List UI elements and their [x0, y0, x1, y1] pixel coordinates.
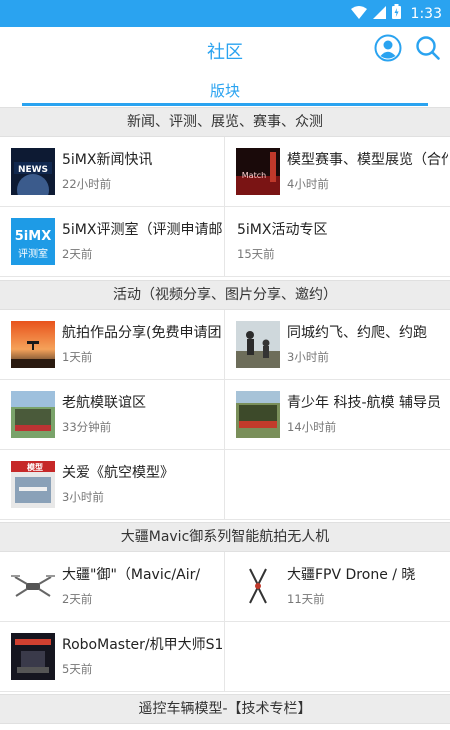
profile-button[interactable]	[372, 34, 404, 66]
forum-time: 3小时前	[287, 350, 329, 364]
forum-thumbnail	[236, 391, 280, 438]
forum-title: 航拍作品分享(免费申请团	[62, 325, 222, 341]
status-icons: 1:33	[350, 0, 442, 27]
forum-item-dji-mavic[interactable]: 大疆"御"（Mavic/Air/ 2天前	[0, 552, 225, 622]
forum-item-aviation-model[interactable]: 模型 关爱《航空模型》 3小时前	[0, 450, 225, 520]
forum-time: 15天前	[237, 247, 275, 261]
forum-item-local-meetup[interactable]: 同城约飞、约爬、约跑 3小时前	[225, 310, 450, 380]
tab-indicator	[22, 103, 428, 106]
forum-thumbnail	[11, 633, 55, 680]
forum-item-youth[interactable]: 青少年 科技-航模 辅导员 14小时前	[225, 380, 450, 450]
forum-item-match[interactable]: Match 模型赛事、模型展览（合作 4小时前	[225, 137, 450, 207]
forum-time: 22小时前	[62, 177, 112, 191]
battery-icon	[391, 4, 401, 23]
signal-icon	[372, 4, 386, 23]
forum-item-robomaster[interactable]: RoboMaster/机甲大师S1/ 5天前	[0, 622, 225, 692]
forum-item-veterans[interactable]: 老航模联谊区 33分钟前	[0, 380, 225, 450]
forum-thumbnail	[11, 563, 55, 610]
user-icon	[374, 34, 402, 66]
forum-title: 青少年 科技-航模 辅导员	[287, 395, 441, 411]
forum-title: 老航模联谊区	[62, 395, 146, 411]
forum-time: 1天前	[62, 350, 93, 364]
section-header-rc-car: 遥控车辆模型-【技术专栏】	[0, 694, 450, 724]
forum-time: 33分钟前	[62, 420, 112, 434]
forum-thumbnail: NEWS	[11, 148, 55, 195]
empty-cell	[225, 450, 450, 520]
forum-time: 2天前	[62, 247, 93, 261]
wifi-icon	[350, 4, 367, 23]
forum-title: 模型赛事、模型展览（合作	[287, 152, 448, 168]
forum-title: 5iMX活动专区	[237, 222, 328, 238]
forum-item-news[interactable]: NEWS 5iMX新闻快讯 22小时前	[0, 137, 225, 207]
forum-thumbnail: 模型	[11, 461, 55, 508]
forum-item-aerial-photo[interactable]: 航拍作品分享(免费申请团 1天前	[0, 310, 225, 380]
forum-thumbnail	[236, 321, 280, 368]
forum-time: 3小时前	[62, 490, 104, 504]
status-bar: 1:33	[0, 0, 450, 27]
app-header: 社区	[0, 27, 450, 75]
forum-thumbnail	[11, 391, 55, 438]
forum-time: 2天前	[62, 592, 93, 606]
tab-forums[interactable]: 版块	[0, 80, 450, 101]
forum-item-review[interactable]: 5iMX 评测室 5iMX评测室（评测申请邮 2天前	[0, 207, 225, 277]
forum-title: 同城约飞、约爬、约跑	[287, 325, 427, 341]
search-icon	[415, 35, 441, 65]
status-time: 1:33	[410, 5, 442, 22]
forum-thumbnail: 5iMX 评测室	[11, 218, 55, 265]
empty-cell	[225, 622, 450, 692]
thumbnail-label: 模型	[27, 462, 43, 472]
forum-title: 大疆"御"（Mavic/Air/	[62, 567, 201, 583]
forum-thumbnail	[236, 563, 280, 610]
tab-bar: 版块	[0, 75, 450, 107]
forum-title: 5iMX评测室（评测申请邮	[62, 222, 222, 238]
forum-time: 4小时前	[287, 177, 329, 191]
forum-time: 5天前	[62, 662, 93, 676]
thumbnail-sublabel: 评测室	[18, 247, 48, 260]
thumbnail-label: 5iMX	[15, 229, 51, 244]
forum-title: 5iMX新闻快讯	[62, 152, 153, 168]
thumbnail-label: Match	[242, 171, 266, 180]
section-header-dji: 大疆Mavic御系列智能航拍无人机	[0, 522, 450, 552]
forum-time: 14小时前	[287, 420, 337, 434]
forum-title: 大疆FPV Drone / 晓	[287, 567, 416, 583]
forum-title: RoboMaster/机甲大师S1/	[62, 637, 222, 653]
list-continuation	[0, 724, 450, 730]
forum-item-dji-fpv[interactable]: 大疆FPV Drone / 晓 11天前	[225, 552, 450, 622]
search-button[interactable]	[412, 34, 444, 66]
section-header-news: 新闻、评测、展览、赛事、众测	[0, 107, 450, 137]
thumbnail-label: NEWS	[18, 165, 48, 175]
forum-thumbnail	[11, 321, 55, 368]
forum-item-events[interactable]: 5iMX活动专区 15天前	[225, 207, 450, 277]
forum-title: 关爱《航空模型》	[62, 465, 174, 481]
forum-time: 11天前	[287, 592, 325, 606]
forum-thumbnail: Match	[236, 148, 280, 195]
section-header-activity: 活动（视频分享、图片分享、邀约）	[0, 280, 450, 310]
